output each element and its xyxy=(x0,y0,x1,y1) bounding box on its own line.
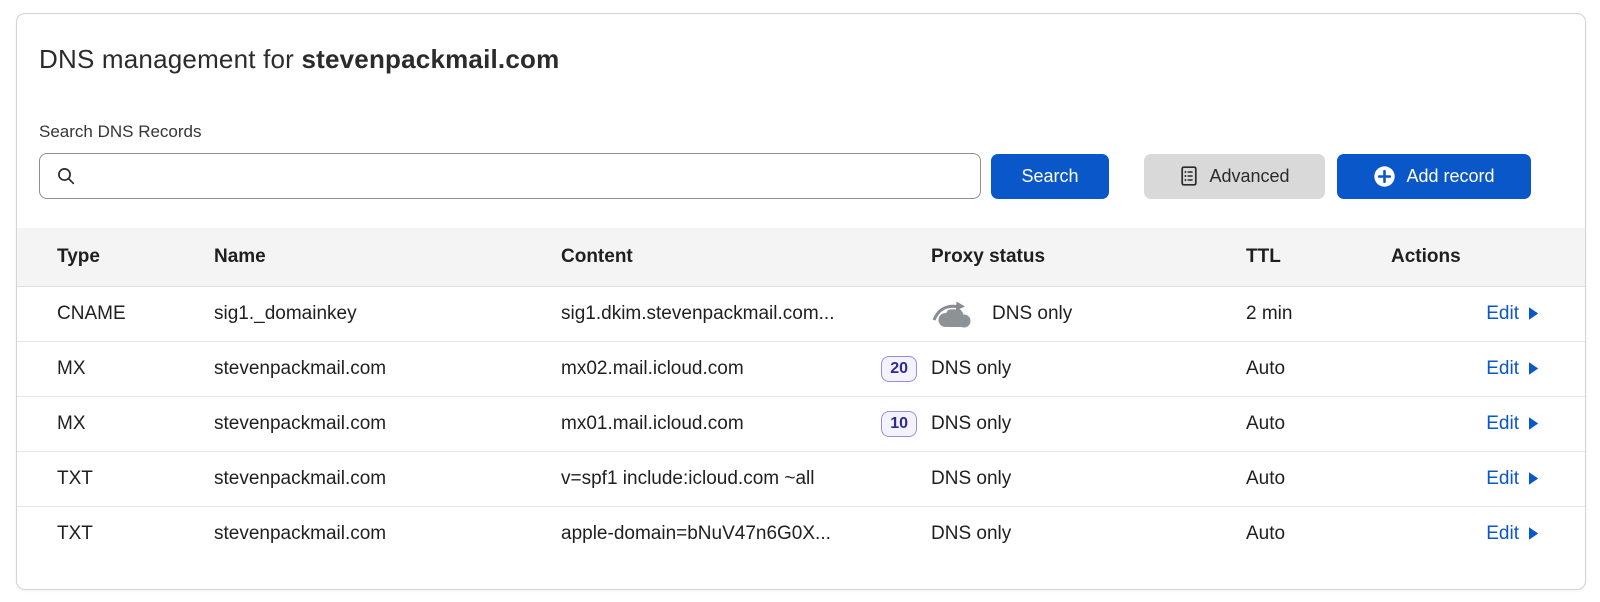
right-triangle-icon xyxy=(1528,361,1539,376)
priority-badge: 10 xyxy=(881,411,917,437)
record-name: stevenpackmail.com xyxy=(214,506,561,561)
record-type: TXT xyxy=(17,451,214,506)
table-row: TXT stevenpackmail.com v=spf1 include:ic… xyxy=(17,451,1585,506)
table-row: CNAME sig1._domainkey sig1.dkim.stevenpa… xyxy=(17,286,1585,341)
header-name: Name xyxy=(214,228,561,286)
record-content: sig1.dkim.stevenpackmail.com... xyxy=(561,303,835,325)
header-actions: Actions xyxy=(1391,228,1585,286)
right-triangle-icon xyxy=(1528,471,1539,486)
proxy-status-text: DNS only xyxy=(931,413,1011,435)
record-type: MX xyxy=(17,396,214,451)
header-ttl: TTL xyxy=(1246,228,1391,286)
plus-circle-icon xyxy=(1373,165,1396,188)
right-triangle-icon xyxy=(1528,416,1539,431)
record-ttl: Auto xyxy=(1246,451,1391,506)
search-input[interactable] xyxy=(84,156,968,196)
search-button[interactable]: Search xyxy=(991,154,1109,199)
advanced-button[interactable]: Advanced xyxy=(1144,154,1325,199)
proxy-status-text: DNS only xyxy=(931,523,1011,545)
record-ttl: Auto xyxy=(1246,341,1391,396)
add-record-button-label: Add record xyxy=(1406,166,1494,187)
header-proxy-status: Proxy status xyxy=(931,228,1246,286)
right-triangle-icon xyxy=(1528,306,1539,321)
edit-link[interactable]: Edit xyxy=(1486,468,1539,490)
edit-link-label: Edit xyxy=(1486,468,1519,490)
page-title-domain: stevenpackmail.com xyxy=(301,44,559,74)
proxy-status-text: DNS only xyxy=(992,303,1072,325)
dns-management-card: DNS management for stevenpackmail.com Se… xyxy=(16,13,1586,590)
record-content: apple-domain=bNuV47n6G0X... xyxy=(561,523,831,545)
table-row: TXT stevenpackmail.com apple-domain=bNuV… xyxy=(17,506,1585,561)
record-content: mx02.mail.icloud.com xyxy=(561,358,744,380)
record-name: sig1._domainkey xyxy=(214,286,561,341)
edit-link[interactable]: Edit xyxy=(1486,413,1539,435)
table-body: CNAME sig1._domainkey sig1.dkim.stevenpa… xyxy=(17,286,1585,561)
header-type: Type xyxy=(17,228,214,286)
record-type: TXT xyxy=(17,506,214,561)
record-type: MX xyxy=(17,341,214,396)
search-label: Search DNS Records xyxy=(39,122,1585,142)
record-ttl: Auto xyxy=(1246,396,1391,451)
proxy-status-text: DNS only xyxy=(931,468,1011,490)
priority-badge: 20 xyxy=(881,356,917,382)
edit-link-label: Edit xyxy=(1486,303,1519,325)
proxy-status-text: DNS only xyxy=(931,358,1011,380)
list-document-icon xyxy=(1179,165,1199,187)
dns-only-cloud-icon xyxy=(931,299,975,329)
record-content: v=spf1 include:icloud.com ~all xyxy=(561,468,814,490)
advanced-button-label: Advanced xyxy=(1209,166,1289,187)
record-name: stevenpackmail.com xyxy=(214,341,561,396)
table-row: MX stevenpackmail.com mx02.mail.icloud.c… xyxy=(17,341,1585,396)
add-record-button[interactable]: Add record xyxy=(1337,154,1531,199)
edit-link[interactable]: Edit xyxy=(1486,303,1539,325)
record-name: stevenpackmail.com xyxy=(214,451,561,506)
right-triangle-icon xyxy=(1528,526,1539,541)
record-content: mx01.mail.icloud.com xyxy=(561,413,744,435)
dns-records-table: Type Name Content Proxy status TTL Actio… xyxy=(17,228,1585,561)
edit-link-label: Edit xyxy=(1486,523,1519,545)
edit-link[interactable]: Edit xyxy=(1486,523,1539,545)
edit-link[interactable]: Edit xyxy=(1486,358,1539,380)
table-row: MX stevenpackmail.com mx01.mail.icloud.c… xyxy=(17,396,1585,451)
page-title-prefix: DNS management for xyxy=(39,44,301,74)
record-name: stevenpackmail.com xyxy=(214,396,561,451)
table-header-row: Type Name Content Proxy status TTL Actio… xyxy=(17,228,1585,286)
edit-link-label: Edit xyxy=(1486,358,1519,380)
header-content: Content xyxy=(561,228,931,286)
search-icon xyxy=(56,166,76,186)
page-title: DNS management for stevenpackmail.com xyxy=(39,44,1585,75)
record-type: CNAME xyxy=(17,286,214,341)
search-box[interactable] xyxy=(39,153,981,199)
record-ttl: 2 min xyxy=(1246,286,1391,341)
toolbar: Search Advanced Add record xyxy=(39,153,1531,199)
edit-link-label: Edit xyxy=(1486,413,1519,435)
record-ttl: Auto xyxy=(1246,506,1391,561)
